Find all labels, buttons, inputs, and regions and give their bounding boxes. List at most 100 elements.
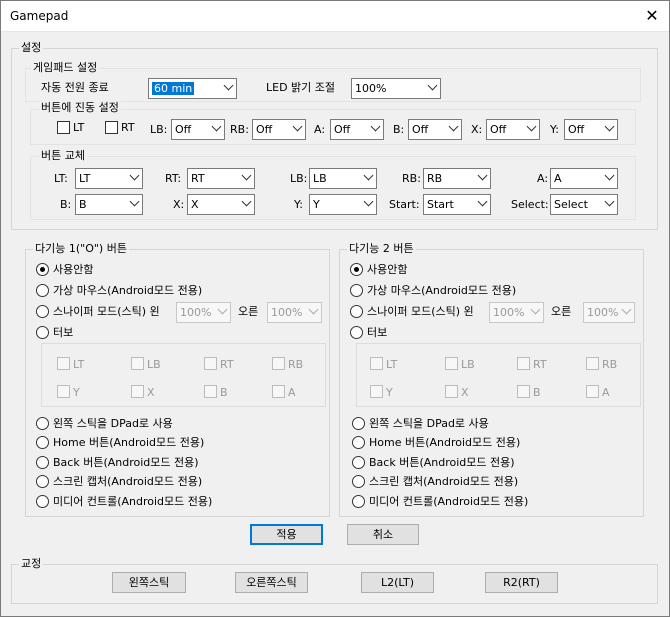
multi1-turbo-rt-checkbox[interactable] [204,357,217,370]
multi2-sniper-right-select[interactable]: 100% [583,302,635,323]
multi1-turbo-radio[interactable] [36,326,49,339]
swap-b-label: B: [60,198,72,211]
swap-rb-label: RB: [402,172,421,185]
swap-select-label: Select: [511,198,549,211]
multi1-home-radio[interactable] [36,436,49,449]
multi1-turbo-a-checkbox[interactable] [272,385,285,398]
chevron-down-icon [477,196,488,207]
multi1-none-radio[interactable] [36,263,49,276]
vibration-x-label: X: [471,123,483,136]
multi2-mouse-radio[interactable] [350,284,363,297]
multi1-turbo-b-checkbox[interactable] [204,385,217,398]
multi2-turbo-rt-label: RT [533,358,547,371]
l2-button[interactable]: L2(LT) [361,572,434,593]
vibration-rb-value: Off [256,123,273,136]
swap-lt-value: LT [79,172,91,185]
multi1-sniper-radio[interactable] [36,305,49,318]
vibration-b-select[interactable]: Off [408,119,462,140]
vibration-lb-select[interactable]: Off [171,119,225,140]
left-stick-button[interactable]: 왼쪽스틱 [112,572,186,593]
multi2-turbo-rb-checkbox[interactable] [586,357,599,370]
swap-a-select[interactable]: A [550,168,618,189]
swap-y-select[interactable]: Y [309,194,377,215]
vibration-a-select[interactable]: Off [330,119,384,140]
multi2-media-label: 미디어 컨트롤(Android모드 전용) [369,495,529,508]
multi2-sniper-left-select[interactable]: 100% [489,302,544,323]
swap-x-select[interactable]: X [187,194,255,215]
multi1-turbo-rb-checkbox[interactable] [272,357,285,370]
swap-y-label: Y: [294,198,303,211]
multi2-sniper-radio[interactable] [350,305,363,318]
r2-button[interactable]: R2(RT) [485,572,558,593]
chevron-down-icon [241,196,252,207]
multi1-turbo-lt-checkbox[interactable] [57,357,70,370]
multi1-media-radio[interactable] [36,495,49,508]
multi2-dpad-label: 왼쪽 스틱을 DPad로 사용 [369,417,489,430]
vibration-lb-value: Off [175,123,192,136]
right-stick-button[interactable]: 오른쪽스틱 [235,572,308,593]
swap-rt-select[interactable]: RT [187,168,255,189]
swap-rt-value: RT [191,172,205,185]
swap-lb-label: LB: [290,172,308,185]
multi2-turbo-rt-checkbox[interactable] [517,357,530,370]
multi2-home-radio[interactable] [352,436,365,449]
swap-x-label: X: [173,198,185,211]
multi1-mouse-radio[interactable] [36,284,49,297]
vibration-rb-select[interactable]: Off [252,119,306,140]
multi2-back-radio[interactable] [352,456,365,469]
multi1-sniper-right-label: 오른 [238,305,259,318]
multi2-turbo-a-checkbox[interactable] [586,385,599,398]
chevron-down-icon [308,304,319,315]
multi1-dpad-radio[interactable] [36,417,49,430]
led-select[interactable]: 100% [351,78,441,99]
multi1-capture-label: 스크린 캡처(Android모드 전용) [53,475,203,488]
swap-rb-select[interactable]: RB [423,168,491,189]
multi1-sniper-label: 스나이퍼 모드(스틱) 왼 [53,305,160,318]
apply-button[interactable]: 적용 [250,524,323,545]
multi2-turbo-lt-checkbox[interactable] [370,357,383,370]
multi1-turbo-rb-label: RB [288,358,304,371]
multi2-none-radio[interactable] [350,263,363,276]
chevron-down-icon [217,304,228,315]
multi2-media-radio[interactable] [352,495,365,508]
swap-start-select[interactable]: Start [423,194,491,215]
multi1-turbo-x-checkbox[interactable] [131,385,144,398]
chevron-down-icon [363,196,374,207]
multi1-turbo-lb-checkbox[interactable] [131,357,144,370]
swap-select-select[interactable]: Select [550,194,618,215]
multi2-mouse-label: 가상 마우스(Android모드 전용) [367,284,517,297]
multi1-sniper-left-select[interactable]: 100% [176,302,231,323]
swap-lb-select[interactable]: LB [309,168,377,189]
multi1-turbo-y-checkbox[interactable] [57,385,70,398]
chevron-down-icon [526,121,537,132]
swap-b-select[interactable]: B [75,194,143,215]
multi1-back-radio[interactable] [36,456,49,469]
multi2-sniper-label: 스나이퍼 모드(스틱) 왼 [367,305,474,318]
chevron-down-icon [129,170,140,181]
window-title: Gamepad [10,9,69,23]
vibration-y-select[interactable]: Off [564,119,618,140]
multi2-turbo-x-checkbox[interactable] [445,385,458,398]
chevron-down-icon [129,196,140,207]
multi2-dpad-radio[interactable] [352,417,365,430]
close-icon[interactable]: ✕ [640,4,664,28]
swap-lt-select[interactable]: LT [75,168,143,189]
multi1-sniper-right-select[interactable]: 100% [267,302,322,323]
multi1-turbo-x-label: X [147,386,155,399]
multi2-turbo-radio[interactable] [350,326,363,339]
vibration-rt-checkbox[interactable] [105,121,118,134]
vibration-y-label: Y: [550,123,559,136]
chevron-down-icon [241,170,252,181]
multi2-capture-label: 스크린 캡처(Android모드 전용) [369,475,519,488]
multi2-capture-radio[interactable] [352,475,365,488]
vibration-b-label: B: [393,123,405,136]
cancel-button[interactable]: 취소 [347,524,419,545]
vibration-lt-checkbox[interactable] [57,121,70,134]
multi2-turbo-lb-checkbox[interactable] [445,357,458,370]
vibration-x-select[interactable]: Off [486,119,540,140]
calibration-legend: 교정 [19,557,44,570]
auto-off-select[interactable]: 60 min [148,78,237,99]
multi2-turbo-b-checkbox[interactable] [517,385,530,398]
multi2-turbo-y-checkbox[interactable] [370,385,383,398]
multi1-capture-radio[interactable] [36,475,49,488]
